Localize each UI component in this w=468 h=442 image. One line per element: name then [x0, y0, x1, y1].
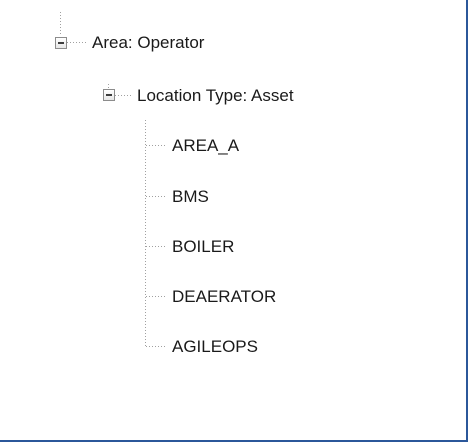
- tree-connector-lines: [60, 12, 166, 347]
- tree-leaf-bms[interactable]: BMS: [172, 185, 209, 209]
- tree-leaf-label: BMS: [172, 187, 209, 206]
- tree-node-area-operator[interactable]: Area: Operator: [92, 31, 204, 55]
- tree-leaf-label: AREA_A: [172, 136, 240, 155]
- tree-node-location-type-asset[interactable]: Location Type: Asset: [137, 84, 294, 108]
- tree-leaf-deaerator[interactable]: DEAERATOR: [172, 285, 276, 309]
- tree-leaf-label: AGILEOPS: [172, 337, 258, 356]
- collapse-minus-icon: [58, 42, 64, 44]
- child-collapse-button[interactable]: [103, 89, 115, 101]
- tree-leaf-agileops[interactable]: AGILEOPS: [172, 335, 258, 359]
- tree-node-label: Area: Operator: [92, 33, 205, 52]
- tree-leaf-label: BOILER: [172, 237, 235, 256]
- tree-leaf-boiler[interactable]: BOILER: [172, 235, 234, 259]
- tree-node-label: Location Type: Asset: [137, 86, 294, 105]
- tree-leaf-label: DEAERATOR: [172, 287, 277, 306]
- collapse-minus-icon: [106, 94, 112, 96]
- tree-view-panel: Area: Operator Location Type: Asset AREA…: [0, 0, 468, 442]
- tree-leaf-area-a[interactable]: AREA_A: [172, 134, 239, 158]
- root-collapse-button[interactable]: [55, 37, 67, 49]
